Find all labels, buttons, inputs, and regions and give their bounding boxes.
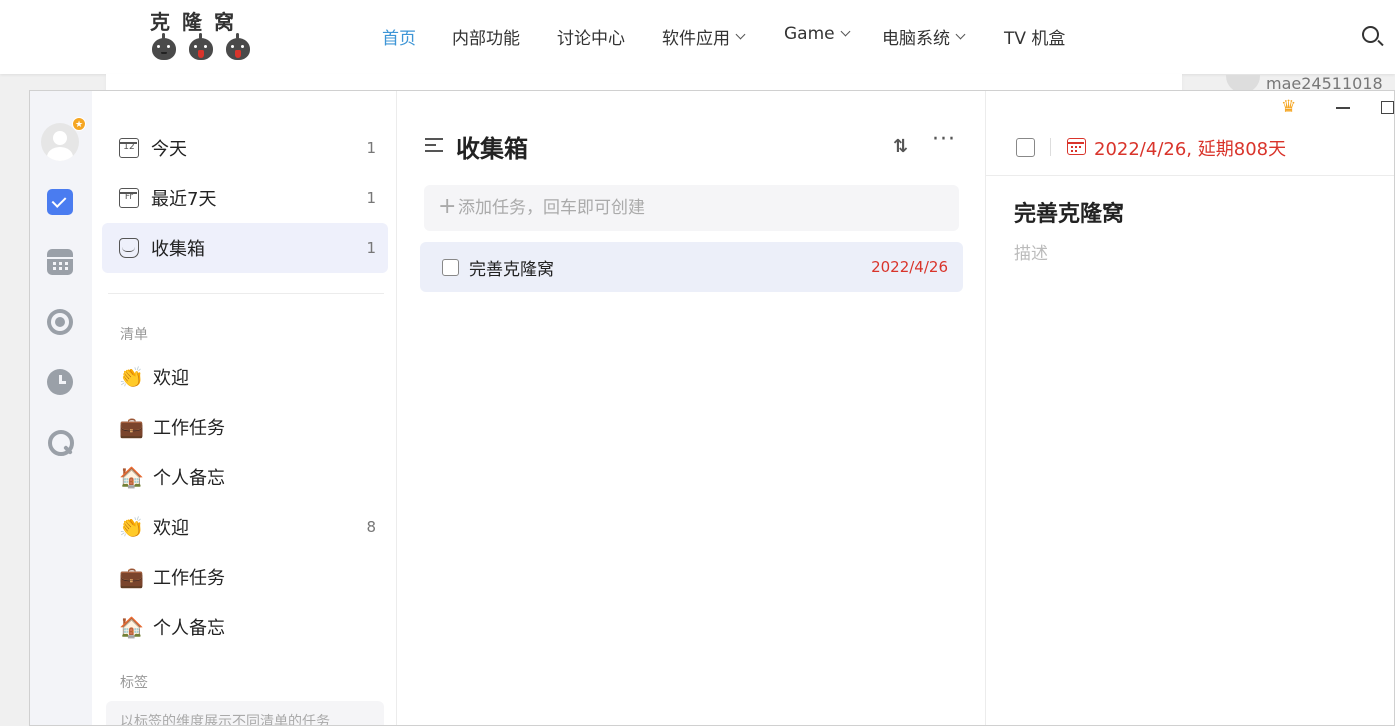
sidebar-item-next7days[interactable]: Fr 最近7天 1: [102, 173, 388, 223]
detail-task-title[interactable]: 完善克隆窝: [1014, 196, 1124, 228]
chevron-down-icon: [955, 29, 966, 39]
nav-home[interactable]: 首页: [382, 24, 416, 49]
detail-checkbox[interactable]: [1016, 138, 1035, 157]
plus-icon: +: [438, 194, 457, 219]
premium-badge-icon: ★: [72, 117, 86, 131]
page-title: 收集箱: [456, 135, 528, 163]
calendar-grid-icon[interactable]: [47, 249, 73, 275]
add-task-input[interactable]: [424, 185, 959, 231]
house-icon: 🏠: [119, 465, 144, 489]
todo-app-window: ★ 12 今天 1 Fr 最近7天 1 收集箱 1 清单 👏 欢迎 💼 工作任务…: [29, 90, 1395, 726]
sort-icon[interactable]: ⇅: [893, 136, 911, 157]
sidebar-item-label: 个人备忘: [153, 618, 225, 639]
nav-discussion[interactable]: 讨论中心: [557, 24, 625, 49]
nav-rail: ★: [30, 91, 92, 725]
sidebar-item-label: 最近7天: [151, 189, 217, 210]
house-icon: 🏠: [119, 615, 144, 639]
sidebar-item-inbox[interactable]: 收集箱 1: [102, 223, 388, 273]
sidebar-item-list[interactable]: 👏 欢迎 8: [102, 502, 388, 552]
calendar-week-icon: Fr: [119, 188, 139, 208]
sidebar-item-label: 欢迎: [153, 518, 189, 539]
sidebar-item-list[interactable]: 🏠 个人备忘: [102, 452, 388, 502]
briefcase-icon: 💼: [119, 565, 144, 589]
mascot-icon: [189, 33, 213, 60]
clapping-hands-icon: 👏: [119, 515, 144, 539]
site-header: 克隆窝 首页 内部功能 讨论中心 软件应用 Game 电脑系统 TV 机盒: [0, 0, 1395, 74]
more-options-icon[interactable]: ···: [932, 129, 956, 151]
task-row[interactable]: 完善克隆窝 2022/4/26: [420, 242, 963, 292]
collapse-menu-icon[interactable]: [425, 138, 443, 152]
sidebar-item-count: 1: [366, 239, 376, 257]
sidebar-item-label: 收集箱: [151, 239, 205, 260]
calendar-today-icon: 12: [119, 138, 139, 158]
clapping-hands-icon: 👏: [119, 365, 144, 389]
sidebar-item-label: 欢迎: [153, 368, 189, 389]
nav-tv-box[interactable]: TV 机盒: [1004, 24, 1065, 49]
nav-game[interactable]: Game: [784, 24, 851, 44]
sidebar-item-label: 个人备忘: [153, 468, 225, 489]
logo-text: 克隆窝: [150, 10, 246, 34]
tags-hint: 以标签的维度展示不同清单的任务: [106, 701, 384, 725]
due-date-text[interactable]: 2022/4/26, 延期808天: [1094, 135, 1286, 161]
logo-mascots: [150, 33, 260, 60]
task-list-panel: 收集箱 ⇅ ··· + 完善克隆窝 2022/4/26: [397, 91, 986, 725]
sidebar-item-label: 今天: [151, 139, 187, 160]
clock-icon[interactable]: [47, 369, 73, 395]
sidebar-item-count: 1: [366, 189, 376, 207]
nav-software[interactable]: 软件应用: [662, 24, 746, 49]
task-detail-panel: ♛ 2022/4/26, 延期808天 完善克隆窝 描述: [986, 91, 1394, 725]
sidebar-item-list[interactable]: 👏 欢迎: [102, 352, 388, 402]
description-field[interactable]: 描述: [1014, 239, 1048, 264]
task-checkbox[interactable]: [442, 258, 459, 276]
detail-header: 2022/4/26, 延期808天: [986, 91, 1394, 176]
sidebar-item-today[interactable]: 12 今天 1: [102, 123, 388, 173]
sidebar-item-label: 工作任务: [153, 568, 225, 589]
nav-pc-system[interactable]: 电脑系统: [882, 24, 966, 49]
mascot-icon: [152, 33, 176, 60]
mascot-icon: [226, 33, 250, 60]
search-icon[interactable]: [1362, 26, 1379, 43]
sidebar-item-count: 1: [366, 139, 376, 157]
inbox-icon: [119, 238, 139, 258]
sidebar-item-label: 工作任务: [153, 418, 225, 439]
focus-target-icon[interactable]: [47, 309, 73, 335]
task-title: 完善克隆窝: [469, 259, 554, 280]
task-due-date: 2022/4/26: [871, 258, 948, 276]
briefcase-icon: 💼: [119, 415, 144, 439]
calendar-icon[interactable]: [1067, 138, 1086, 155]
sidebar-item-list[interactable]: 💼 工作任务: [102, 552, 388, 602]
lists-section-label: 清单: [120, 327, 148, 343]
site-logo[interactable]: 克隆窝: [150, 6, 260, 62]
sidebar-item-list[interactable]: 💼 工作任务: [102, 402, 388, 452]
nav-internal[interactable]: 内部功能: [452, 24, 520, 49]
tags-section-label: 标签: [120, 675, 148, 691]
chevron-down-icon: [735, 29, 746, 39]
sidebar-item-count: 8: [366, 518, 376, 536]
task-checkbox-icon[interactable]: [47, 189, 73, 215]
divider: [108, 293, 384, 294]
search-icon[interactable]: [47, 429, 74, 456]
divider: [1050, 138, 1051, 156]
chevron-down-icon: [840, 26, 851, 37]
sidebar-item-list[interactable]: 🏠 个人备忘: [102, 602, 388, 652]
sidebar: 12 今天 1 Fr 最近7天 1 收集箱 1 清单 👏 欢迎 💼 工作任务 🏠: [92, 91, 397, 725]
